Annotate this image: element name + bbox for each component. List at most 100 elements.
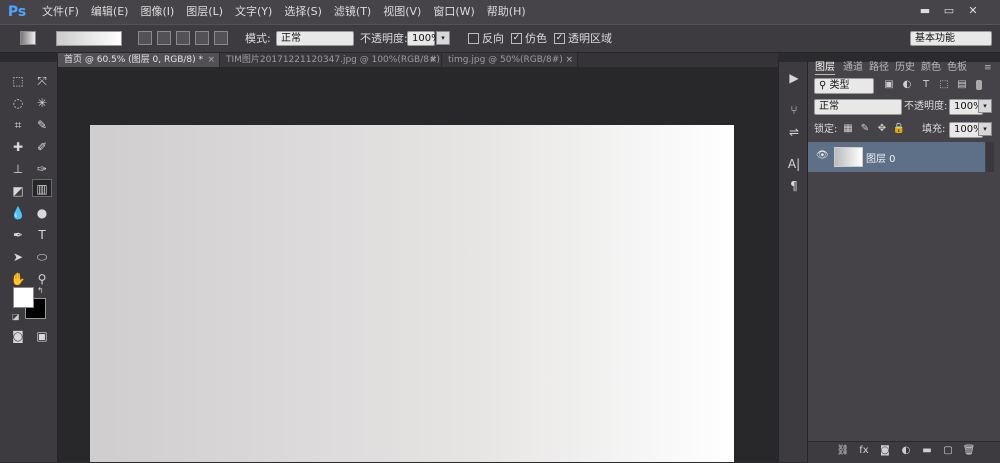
swap-colors-icon[interactable]: ↰ [37, 286, 44, 295]
type-tool-icon[interactable]: T [32, 226, 52, 244]
layers-scrollbar[interactable] [986, 142, 994, 172]
tab-layers[interactable]: 图层 [815, 62, 835, 75]
menu-edit[interactable]: 编辑(E) [85, 0, 135, 24]
tab-close-icon[interactable]: × [429, 53, 437, 67]
history-brush-tool-icon[interactable]: ✑ [32, 160, 52, 178]
opacity-label: 不透明度: [360, 32, 408, 45]
healing-brush-tool-icon[interactable]: ✚ [8, 138, 28, 156]
opacity-dropdown-icon[interactable]: ▾ [436, 31, 450, 45]
transparency-label: 透明区域 [568, 32, 612, 45]
tab-paths[interactable]: 路径 [869, 62, 889, 74]
quick-mask-icon[interactable]: ◙ [8, 327, 28, 345]
fill-dropdown-icon[interactable]: ▾ [978, 122, 992, 136]
layer-filter-select[interactable]: ⚲ 类型 [814, 78, 874, 94]
tab-swatches[interactable]: 色板 [947, 62, 967, 74]
screen-mode-icon[interactable]: ▣ [32, 327, 52, 345]
menu-image[interactable]: 图像(I) [134, 0, 180, 24]
menu-type[interactable]: 文字(Y) [229, 0, 278, 24]
add-mask-icon[interactable]: ◙ [878, 444, 892, 458]
filter-smart-object-icon[interactable]: ▤ [955, 78, 969, 92]
restore-button[interactable]: ▭ [940, 4, 958, 18]
dodge-tool-icon[interactable]: ● [32, 204, 52, 222]
menu-view[interactable]: 视图(V) [377, 0, 427, 24]
tab-color[interactable]: 颜色 [921, 62, 941, 74]
gradient-tool-icon[interactable]: ▥ [32, 179, 52, 197]
paragraph-panel-icon[interactable]: ¶ [785, 178, 803, 194]
lock-image-icon[interactable]: ✎ [858, 122, 872, 136]
hand-tool-icon[interactable]: ✋ [8, 270, 28, 288]
angle-gradient-icon[interactable] [176, 31, 190, 45]
brush-tool-icon[interactable]: ✐ [32, 138, 52, 156]
gradient-picker[interactable] [56, 31, 122, 46]
filter-pixel-icon[interactable]: ▣ [882, 78, 896, 92]
pen-tool-icon[interactable]: ✒ [8, 226, 28, 244]
tab-history[interactable]: 历史 [895, 62, 915, 74]
lock-transparent-icon[interactable]: ▦ [841, 122, 855, 136]
tab-label: 首页 @ 60.5% (图层 0, RGB/8) * [64, 55, 204, 65]
tab-channels[interactable]: 通道 [843, 62, 863, 74]
menu-file[interactable]: 文件(F) [36, 0, 85, 24]
filter-shape-icon[interactable]: ⬚ [937, 78, 951, 92]
reflected-gradient-icon[interactable] [195, 31, 209, 45]
tab-close-icon[interactable]: × [565, 53, 573, 67]
adjustments-icon[interactable]: ⇌ [785, 124, 803, 140]
linear-gradient-icon[interactable] [138, 31, 152, 45]
menu-window[interactable]: 窗口(W) [427, 0, 480, 24]
filter-toggle-switch[interactable] [976, 80, 982, 90]
new-layer-icon[interactable]: ▢ [941, 444, 955, 458]
eraser-tool-icon[interactable]: ◩ [8, 182, 28, 200]
mode-label: 模式: [245, 32, 271, 45]
foreground-color-swatch[interactable] [13, 287, 34, 308]
layer-name: 图层 0 [866, 154, 896, 165]
menu-filter[interactable]: 滤镜(T) [328, 0, 377, 24]
lasso-tool-icon[interactable]: ◌ [8, 94, 28, 112]
eyedropper-tool-icon[interactable]: ✎ [32, 116, 52, 134]
new-group-icon[interactable]: ▬ [920, 444, 934, 458]
link-layers-icon[interactable]: ⛓ [836, 444, 850, 458]
character-panel-icon[interactable]: A| [785, 156, 803, 172]
menu-layer[interactable]: 图层(L) [180, 0, 229, 24]
menu-select[interactable]: 选择(S) [278, 0, 328, 24]
layer-style-icon[interactable]: fx [857, 444, 871, 458]
blend-mode-select[interactable]: 正常 [814, 99, 902, 115]
menu-help[interactable]: 帮助(H) [481, 0, 532, 24]
tab-document-2[interactable]: TIM图片20171221120347.jpg @ 100%(RGB/8#) × [220, 53, 442, 67]
tab-close-icon[interactable]: × [207, 53, 215, 67]
minimize-button[interactable]: ▬ [916, 4, 934, 18]
layer-opacity-dropdown-icon[interactable]: ▾ [978, 99, 992, 113]
filter-adjustment-icon[interactable]: ◐ [900, 78, 914, 92]
diamond-gradient-icon[interactable] [214, 31, 228, 45]
adjustment-layer-icon[interactable]: ◐ [899, 444, 913, 458]
close-window-button[interactable]: ✕ [964, 4, 982, 18]
mode-select[interactable]: 正常 [276, 31, 354, 46]
eye-visibility-icon[interactable]: 👁 [816, 150, 829, 161]
dither-checkbox[interactable]: ✓ [511, 33, 522, 44]
path-selection-tool-icon[interactable]: ➤ [8, 248, 28, 266]
lock-all-icon[interactable]: 🔒 [892, 122, 906, 136]
marquee-tool-icon[interactable]: ⬚ [8, 72, 28, 90]
delete-layer-icon[interactable]: 🗑 [962, 444, 976, 458]
opacity-input[interactable]: 100% [407, 31, 441, 46]
lock-position-icon[interactable]: ✥ [875, 122, 889, 136]
play-actions-icon[interactable]: ▶ [785, 70, 803, 86]
panel-menu-icon[interactable]: ≡ [984, 62, 992, 74]
ellipse-tool-icon[interactable]: ⬭ [32, 248, 52, 266]
tab-document-1[interactable]: 首页 @ 60.5% (图层 0, RGB/8) * × [58, 53, 220, 67]
magic-wand-tool-icon[interactable]: ✳ [32, 94, 52, 112]
blur-tool-icon[interactable]: 💧 [8, 204, 28, 222]
search-icon: ⚲ [819, 80, 830, 91]
filter-type-icon[interactable]: T [919, 78, 933, 92]
transparency-checkbox[interactable]: ✓ [554, 33, 565, 44]
document-canvas[interactable] [90, 125, 734, 462]
default-colors-icon[interactable]: ◪ [12, 312, 20, 321]
move-tool-icon[interactable]: ⤧ [32, 72, 52, 90]
gradient-tool-preset-icon[interactable] [20, 31, 36, 45]
reverse-checkbox[interactable] [468, 33, 479, 44]
tab-document-3[interactable]: timg.jpg @ 50%(RGB/8#) × [442, 53, 578, 67]
radial-gradient-icon[interactable] [157, 31, 171, 45]
crop-tool-icon[interactable]: ⌗ [8, 116, 28, 134]
brush-presets-icon[interactable]: ⑂ [785, 102, 803, 118]
clone-stamp-tool-icon[interactable]: ⊥ [8, 160, 28, 178]
layer-row[interactable]: 👁 图层 0 [808, 142, 985, 172]
workspace-select[interactable]: 基本功能 [910, 31, 992, 46]
